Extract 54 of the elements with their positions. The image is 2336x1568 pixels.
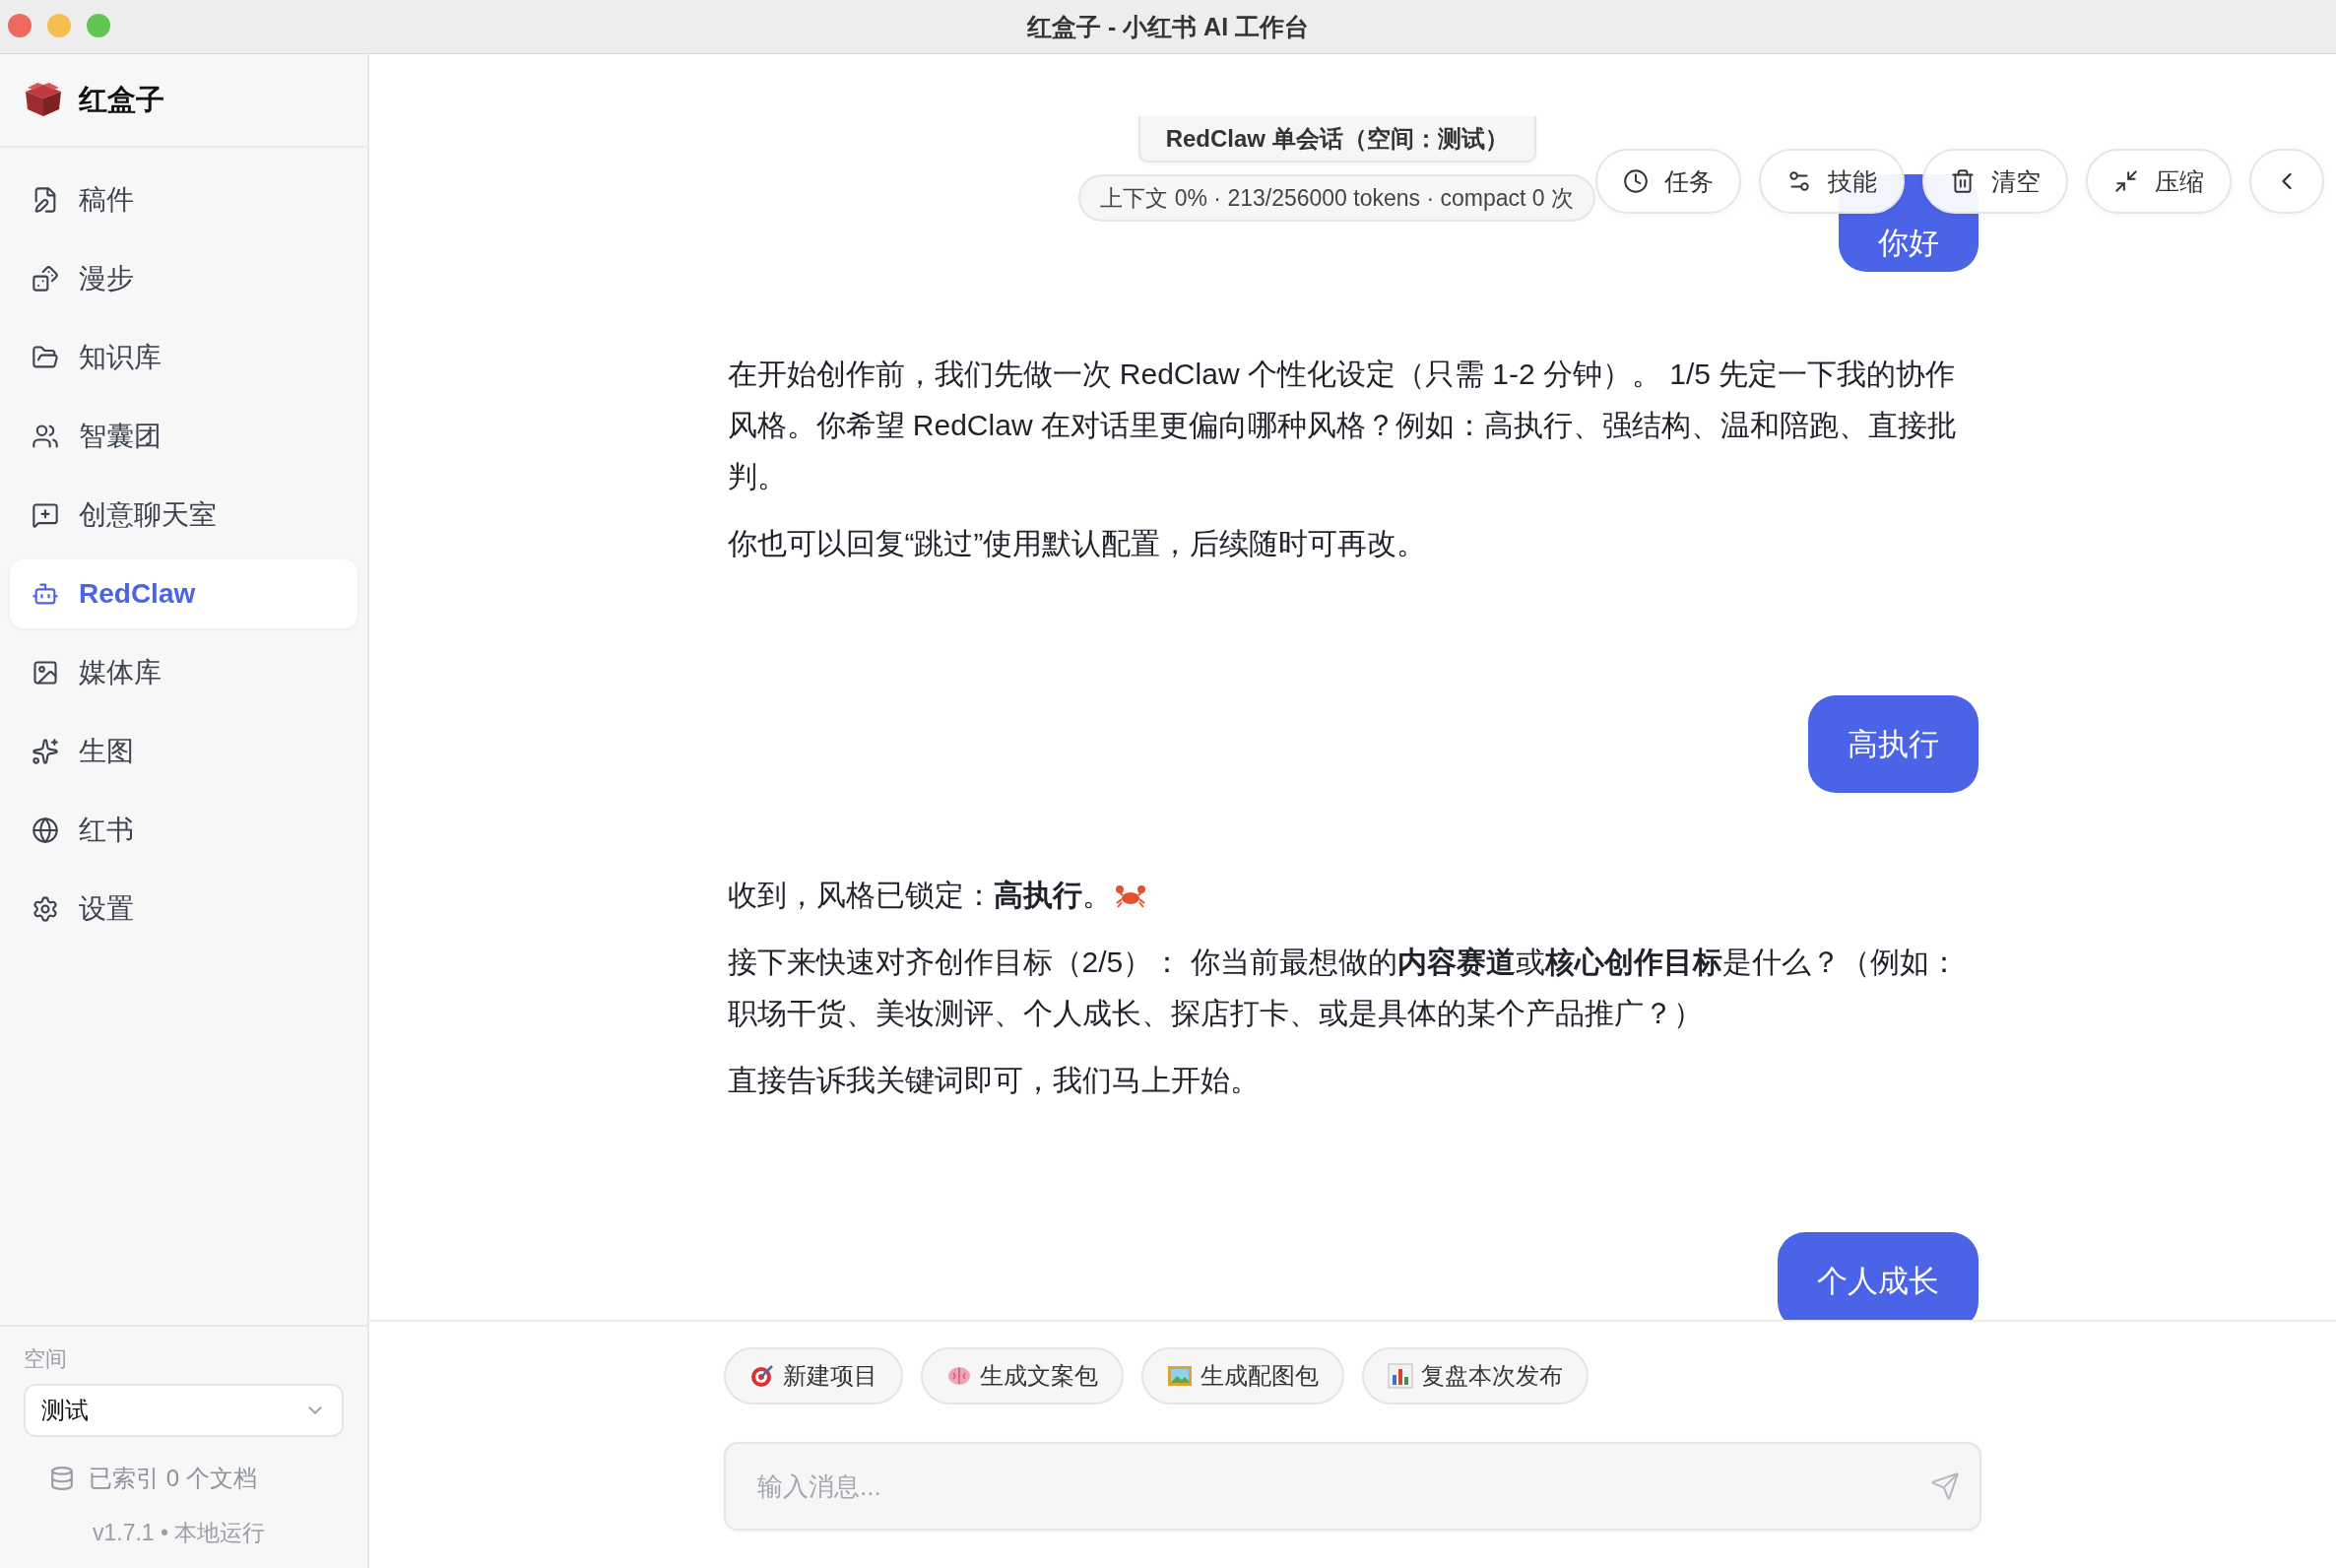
sidebar-item[interactable]: 设置 [10,875,357,944]
minimize-window-button[interactable] [47,14,71,37]
close-window-button[interactable] [8,14,32,37]
sidebar-item[interactable]: 稿件 [10,165,357,234]
toolbar-button[interactable]: 任务 [1595,149,1741,214]
sparkles-icon [32,738,59,765]
users-icon [32,423,59,450]
sliders-icon [1786,168,1812,194]
send-icon[interactable] [1930,1471,1960,1501]
database-icon [49,1466,75,1491]
index-status: 已索引 0 个文档 [89,1464,257,1493]
version-text: v1.7.1 • 本地运行 [93,1519,267,1547]
quick-action-chip[interactable]: 新建项目 [724,1347,903,1405]
space-select[interactable]: 测试 [24,1384,344,1437]
session-title: RedClaw 单会话（空间：测试） [1137,116,1536,163]
target-icon [749,1363,775,1389]
assistant-paragraph: 接下来快速对齐创作目标（2/5）： 你当前最想做的内容赛道或核心创作目标是什么？（例如：职场干货、美妆测评、个人成长、探店打卡、或是具体的某个产品推广？） [727,945,1960,1031]
sidebar-item[interactable]: 智囊团 [10,402,357,471]
app-name: 红盒子 [79,82,164,117]
sidebar-item[interactable]: 生图 [10,717,357,786]
globe-icon [32,817,59,844]
sidebar-item[interactable]: RedClaw [10,559,357,628]
message-input[interactable]: 输入消息... [724,1442,1981,1531]
chat-plus-icon [32,501,59,529]
sidebar-item[interactable]: 媒体库 [10,638,357,707]
quick-action-chip[interactable]: 生成配图包 [1141,1347,1344,1405]
shrink-icon [2113,168,2139,194]
window-title: 红盒子 - 小红书 AI 工作台 [1026,11,1310,42]
toolbar-button[interactable]: 技能 [1759,149,1905,214]
assistant-paragraph: 收到，风格已锁定：高执行。 [727,870,1979,921]
settings-icon [32,895,59,923]
sidebar-item[interactable]: 知识库 [10,323,357,392]
dice-icon [32,265,59,293]
assistant-paragraph: 在开始创作前，我们先做一次 RedClaw 个性化设定（只需 1-2 分钟）。 1/5 先定一下我的协作风格。你希望 RedClaw 在对话里更偏向哪种风格？例如：高执行、强结构、温和陪跑、直接批判。 [727,357,1958,494]
image-icon [32,659,59,686]
user-message-bubble: 高执行 [1807,695,1979,793]
space-label: 空间 [24,1345,68,1373]
quick-action-chip[interactable]: 复盘本次发布 [1362,1347,1589,1405]
sidebar-item[interactable]: 创意聊天室 [10,481,357,550]
user-message-bubble: 个人成长 [1777,1232,1979,1320]
clock-icon [1623,168,1649,194]
context-usage-pill: 上下文 0% · 213/256000 tokens · compact 0 次 [1078,174,1595,222]
assistant-paragraph: 直接告诉我关键词即可，我们马上开始。 [727,1063,1261,1098]
quick-action-chip[interactable]: 生成文案包 [921,1347,1124,1405]
trash-icon [1950,168,1976,194]
framed-picture-icon [1167,1363,1193,1389]
assistant-paragraph: 你也可以回复“跳过”使用默认配置，后续随时可再改。 [727,526,1428,561]
zoom-window-button[interactable] [87,14,110,37]
toolbar-button[interactable]: 清空 [1922,149,2068,214]
sidebar-item[interactable]: 红书 [10,796,357,865]
toolbar-button[interactable]: 压缩 [2086,149,2232,214]
bar-chart-icon [1388,1363,1413,1389]
box-logo-icon [24,82,63,118]
sidebar-item[interactable]: 漫步 [10,244,357,313]
